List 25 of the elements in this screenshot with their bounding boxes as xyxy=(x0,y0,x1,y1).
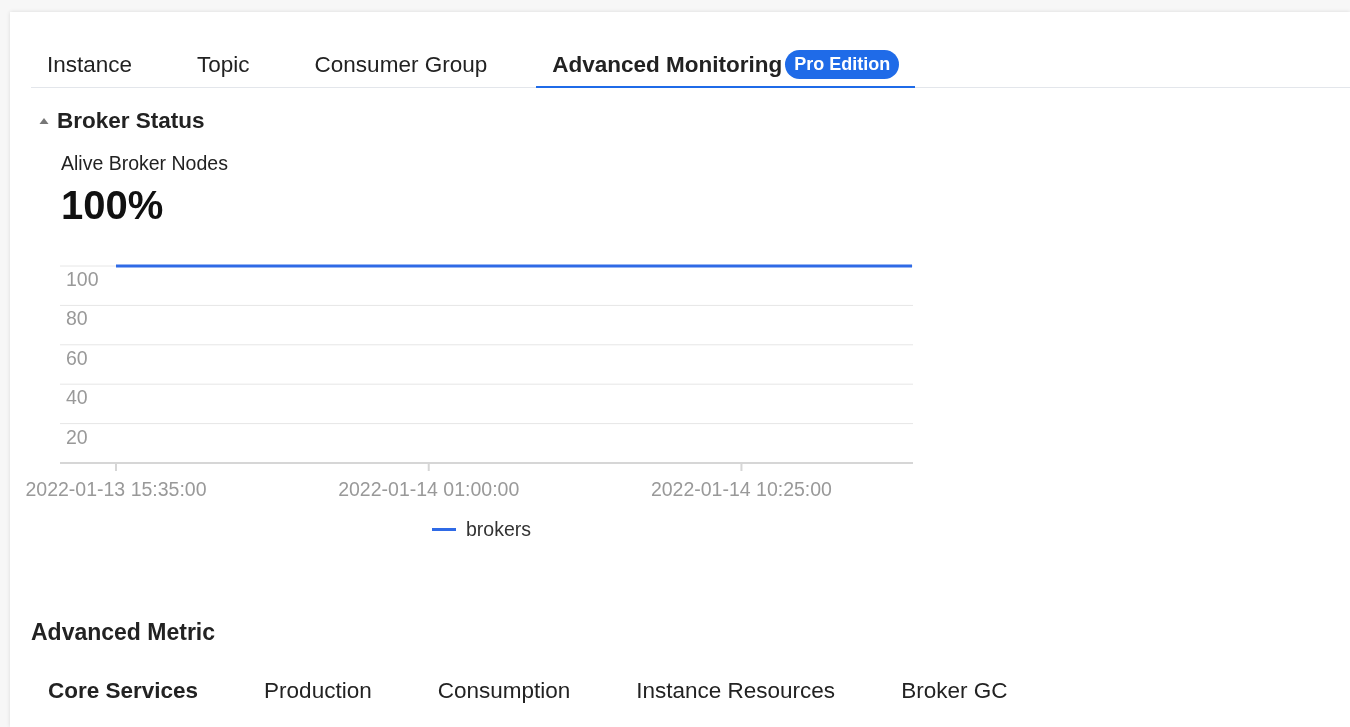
tab[interactable]: Instance xyxy=(31,50,149,88)
metric-label: Alive Broker Nodes xyxy=(61,152,229,175)
caret-icon[interactable] xyxy=(39,117,49,125)
metric-tab[interactable]: Instance Resources xyxy=(619,678,853,704)
axis-label: 20 xyxy=(66,425,88,448)
legend-label[interactable]: brokers xyxy=(466,518,532,541)
axis-label: 40 xyxy=(66,386,88,409)
edition-badge: Pro Edition xyxy=(785,50,900,79)
section-title: Advanced Metric xyxy=(31,619,217,646)
legend-line-icon xyxy=(432,528,456,531)
axis-label: 2022-01-13 15:35:00 xyxy=(25,478,207,500)
axis-label: 80 xyxy=(66,307,88,330)
tab[interactable]: Topic xyxy=(181,50,266,88)
tab[interactable]: Advanced Monitoring Pro Edition xyxy=(536,50,916,88)
axis-label: 60 xyxy=(66,346,88,369)
metric-value: 100% xyxy=(61,183,165,228)
axis-label: 2022-01-14 01:00:00 xyxy=(338,478,520,500)
section-title: Broker Status xyxy=(57,108,205,134)
metric-tab[interactable]: Broker GC xyxy=(884,678,1025,704)
metric-tab[interactable]: Consumption xyxy=(420,678,588,704)
metric-tab[interactable]: Production xyxy=(247,678,389,704)
tab[interactable]: Consumer Group xyxy=(298,50,504,88)
axis-label: 2022-01-14 10:25:00 xyxy=(650,478,832,500)
metric-tab[interactable]: Core Services xyxy=(31,678,216,704)
axis-label: 100 xyxy=(66,268,99,290)
